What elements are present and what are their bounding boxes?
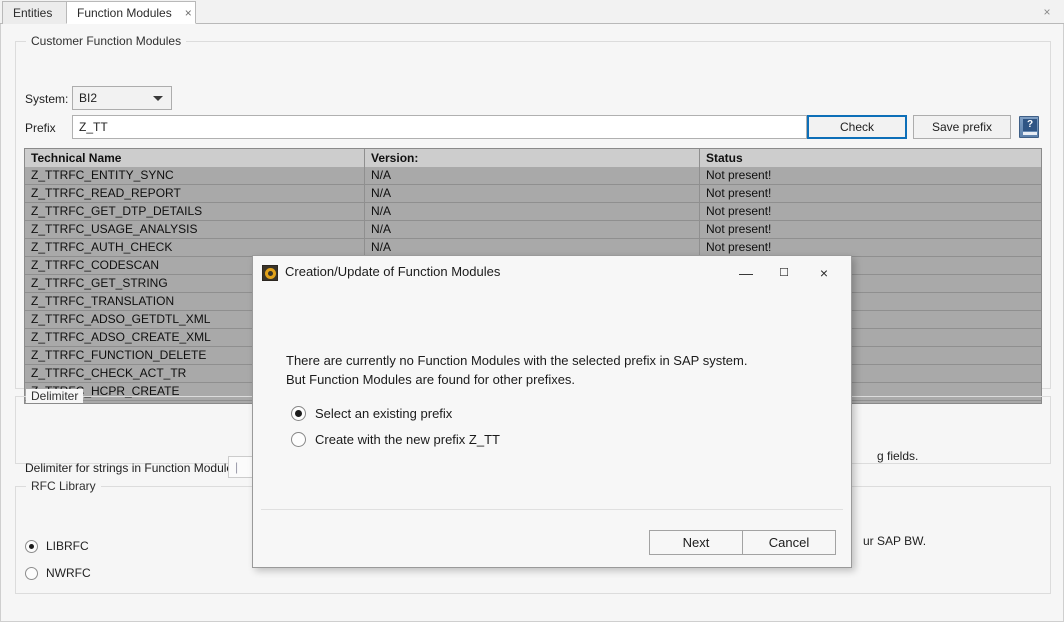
tab-function-modules-close-icon[interactable]: × bbox=[184, 7, 193, 19]
table-cell-version: N/A bbox=[365, 167, 700, 184]
dialog-message-line1: There are currently no Function Modules … bbox=[286, 351, 747, 370]
radio-select-existing-prefix[interactable]: Select an existing prefix bbox=[291, 406, 452, 421]
help-icon-base bbox=[1023, 132, 1037, 135]
radio-nwrfc-label: NWRFC bbox=[46, 566, 91, 580]
column-header-status[interactable]: Status bbox=[700, 149, 1041, 167]
table-cell-name: Z_TTRFC_READ_REPORT bbox=[25, 185, 365, 202]
radio-create-new-prefix[interactable]: Create with the new prefix Z_TT bbox=[291, 432, 500, 447]
group-customer-function-modules-title: Customer Function Modules bbox=[26, 34, 186, 48]
radio-select-existing-prefix-label: Select an existing prefix bbox=[315, 406, 452, 421]
table-cell-version: N/A bbox=[365, 221, 700, 238]
table-cell-name: Z_TTRFC_GET_DTP_DETAILS bbox=[25, 203, 365, 220]
help-icon[interactable]: ? bbox=[1019, 116, 1039, 138]
delimiter-hint-text: g fields. bbox=[877, 449, 918, 463]
prefix-label: Prefix bbox=[25, 121, 56, 135]
prefix-input[interactable]: Z_TT bbox=[72, 115, 807, 139]
table-cell-name: Z_TTRFC_ENTITY_SYNC bbox=[25, 167, 365, 184]
table-row[interactable]: Z_TTRFC_READ_REPORTN/ANot present! bbox=[25, 185, 1041, 203]
cancel-button[interactable]: Cancel bbox=[742, 530, 836, 555]
save-prefix-button[interactable]: Save prefix bbox=[913, 115, 1011, 139]
dialog-maximize-icon[interactable]: ☐ bbox=[767, 260, 801, 286]
table-cell-name: Z_TTRFC_AUTH_CHECK bbox=[25, 239, 365, 256]
table-header-row: Technical Name Version: Status bbox=[25, 149, 1041, 167]
radio-librfc[interactable]: LIBRFC bbox=[25, 539, 89, 553]
table-cell-status: Not present! bbox=[700, 185, 1041, 202]
table-cell-status: Not present! bbox=[700, 203, 1041, 220]
check-button[interactable]: Check bbox=[807, 115, 907, 139]
group-delimiter-title: Delimiter bbox=[26, 389, 83, 403]
table-row[interactable]: Z_TTRFC_ENTITY_SYNCN/ANot present! bbox=[25, 167, 1041, 185]
group-rfc-library-title: RFC Library bbox=[26, 479, 101, 493]
table-cell-version: N/A bbox=[365, 203, 700, 220]
table-cell-version: N/A bbox=[365, 185, 700, 202]
dialog-titlebar[interactable]: Creation/Update of Function Modules — ☐ … bbox=[253, 256, 851, 290]
column-header-technical-name[interactable]: Technical Name bbox=[25, 149, 365, 167]
help-question-glyph: ? bbox=[1023, 119, 1037, 131]
dialog-close-icon[interactable]: × bbox=[807, 260, 841, 286]
table-cell-version: N/A bbox=[365, 239, 700, 256]
creation-update-dialog: Creation/Update of Function Modules — ☐ … bbox=[252, 255, 852, 568]
table-row[interactable]: Z_TTRFC_USAGE_ANALYSISN/ANot present! bbox=[25, 221, 1041, 239]
delimiter-description-label: Delimiter for strings in Function Module… bbox=[25, 461, 239, 475]
tab-function-modules-label: Function Modules bbox=[77, 6, 172, 20]
radio-librfc-indicator bbox=[25, 540, 38, 553]
dialog-message: There are currently no Function Modules … bbox=[286, 351, 747, 389]
tab-entities-label: Entities bbox=[13, 6, 52, 20]
table-cell-status: Not present! bbox=[700, 221, 1041, 238]
radio-nwrfc[interactable]: NWRFC bbox=[25, 566, 91, 580]
rfc-hint-text: ur SAP BW. bbox=[863, 534, 926, 548]
radio-nwrfc-indicator bbox=[25, 567, 38, 580]
tab-function-modules[interactable]: Function Modules × bbox=[66, 1, 196, 24]
dialog-title: Creation/Update of Function Modules bbox=[285, 264, 500, 279]
radio-create-new-prefix-indicator bbox=[291, 432, 306, 447]
app-icon-ring bbox=[265, 268, 276, 279]
tab-entities[interactable]: Entities × bbox=[2, 1, 68, 24]
dialog-minimize-icon[interactable]: — bbox=[729, 260, 763, 286]
table-row[interactable]: Z_TTRFC_GET_DTP_DETAILSN/ANot present! bbox=[25, 203, 1041, 221]
table-cell-status: Not present! bbox=[700, 167, 1041, 184]
tab-strip: Entities × Function Modules × × bbox=[0, 0, 1064, 24]
table-cell-name: Z_TTRFC_USAGE_ANALYSIS bbox=[25, 221, 365, 238]
radio-create-new-prefix-label: Create with the new prefix Z_TT bbox=[315, 432, 500, 447]
prefix-input-value: Z_TT bbox=[79, 120, 108, 134]
dialog-separator bbox=[261, 509, 843, 510]
window-close-icon[interactable]: × bbox=[1039, 4, 1055, 20]
next-button[interactable]: Next bbox=[649, 530, 743, 555]
delimiter-input[interactable]: | bbox=[228, 456, 254, 478]
app-icon bbox=[262, 265, 278, 281]
radio-librfc-label: LIBRFC bbox=[46, 539, 89, 553]
radio-select-existing-prefix-indicator bbox=[291, 406, 306, 421]
chevron-down-icon bbox=[153, 96, 163, 101]
dialog-message-line2: But Function Modules are found for other… bbox=[286, 370, 747, 389]
column-header-version[interactable]: Version: bbox=[365, 149, 700, 167]
system-select[interactable]: BI2 bbox=[72, 86, 172, 110]
table-cell-status: Not present! bbox=[700, 239, 1041, 256]
system-select-value: BI2 bbox=[79, 91, 97, 105]
system-label: System: bbox=[25, 92, 68, 106]
delimiter-input-value: | bbox=[235, 460, 238, 474]
